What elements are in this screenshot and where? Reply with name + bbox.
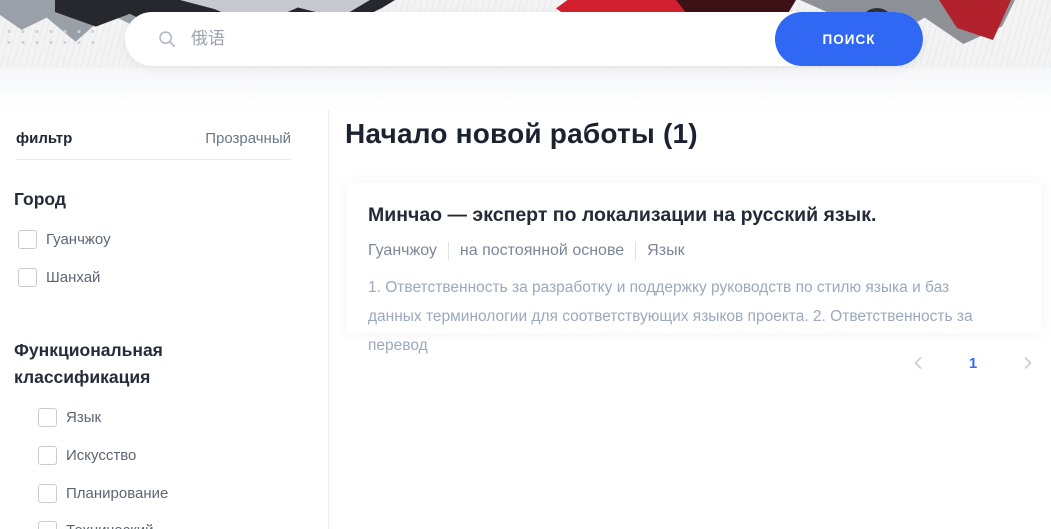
checkbox-city-guangzhou[interactable]: Гуанчжоу bbox=[18, 230, 111, 249]
checkbox-icon[interactable] bbox=[38, 446, 57, 465]
job-meta-type: на постоянной основе bbox=[447, 242, 624, 260]
pagination-page-number[interactable]: 1 bbox=[969, 355, 977, 372]
divider bbox=[16, 159, 291, 160]
checkbox-func-technical[interactable]: Технический bbox=[38, 521, 153, 529]
page-title: Начало новой работы (1) bbox=[345, 118, 698, 149]
chevron-left-icon[interactable] bbox=[905, 350, 931, 376]
checkbox-icon[interactable] bbox=[18, 268, 37, 287]
job-meta-category: Язык bbox=[635, 242, 685, 260]
search-input[interactable] bbox=[189, 28, 775, 50]
job-meta: Гуанчжоу на постоянной основе Язык bbox=[368, 242, 1019, 260]
checkbox-city-shanghai[interactable]: Шанхай bbox=[18, 268, 100, 287]
job-listing-card[interactable]: Минчао — эксперт по локализации на русск… bbox=[347, 183, 1041, 354]
job-title: Минчао — эксперт по локализации на русск… bbox=[368, 204, 877, 226]
job-description: 1. Ответственность за разработку и подде… bbox=[368, 279, 973, 354]
checkbox-label: Язык bbox=[66, 409, 102, 426]
checkbox-label: Искусство bbox=[66, 447, 137, 464]
checkbox-func-planning[interactable]: Планирование bbox=[38, 484, 168, 503]
filter-title: фильтр bbox=[16, 130, 73, 147]
section-title-city: Город bbox=[14, 189, 66, 209]
checkbox-icon[interactable] bbox=[38, 408, 57, 427]
checkbox-label: Планирование bbox=[66, 485, 169, 502]
search-icon bbox=[159, 31, 176, 48]
checkbox-icon[interactable] bbox=[38, 484, 57, 503]
checkbox-func-art[interactable]: Искусство bbox=[38, 446, 136, 465]
checkbox-label: Шанхай bbox=[46, 269, 101, 286]
chevron-right-icon[interactable] bbox=[1015, 350, 1041, 376]
checkbox-label: Технический bbox=[66, 522, 153, 529]
pagination: 1 bbox=[905, 350, 1041, 376]
filter-sidebar: фильтр Прозрачный Город Гуанчжоу Шанхай … bbox=[0, 110, 329, 529]
search-button[interactable]: ПОИСК bbox=[775, 12, 923, 66]
search-input-zone bbox=[125, 12, 775, 66]
search-bar: ПОИСК bbox=[125, 12, 923, 66]
checkbox-icon[interactable] bbox=[18, 230, 37, 249]
banner-fade bbox=[0, 68, 1051, 110]
filter-header: фильтр Прозрачный bbox=[16, 130, 291, 147]
page: ПОИСК фильтр Прозрачный Город Гуанчжоу Ш… bbox=[0, 0, 1051, 529]
clear-filters-link[interactable]: Прозрачный bbox=[205, 130, 291, 147]
checkbox-label: Гуанчжоу bbox=[46, 231, 111, 248]
section-title-function: Функциональная классификация bbox=[14, 340, 163, 387]
checkbox-icon[interactable] bbox=[38, 521, 57, 529]
job-meta-city: Гуанчжоу bbox=[368, 242, 437, 259]
checkbox-func-language[interactable]: Язык bbox=[38, 408, 101, 427]
banner-halftone-dots bbox=[2, 26, 94, 46]
